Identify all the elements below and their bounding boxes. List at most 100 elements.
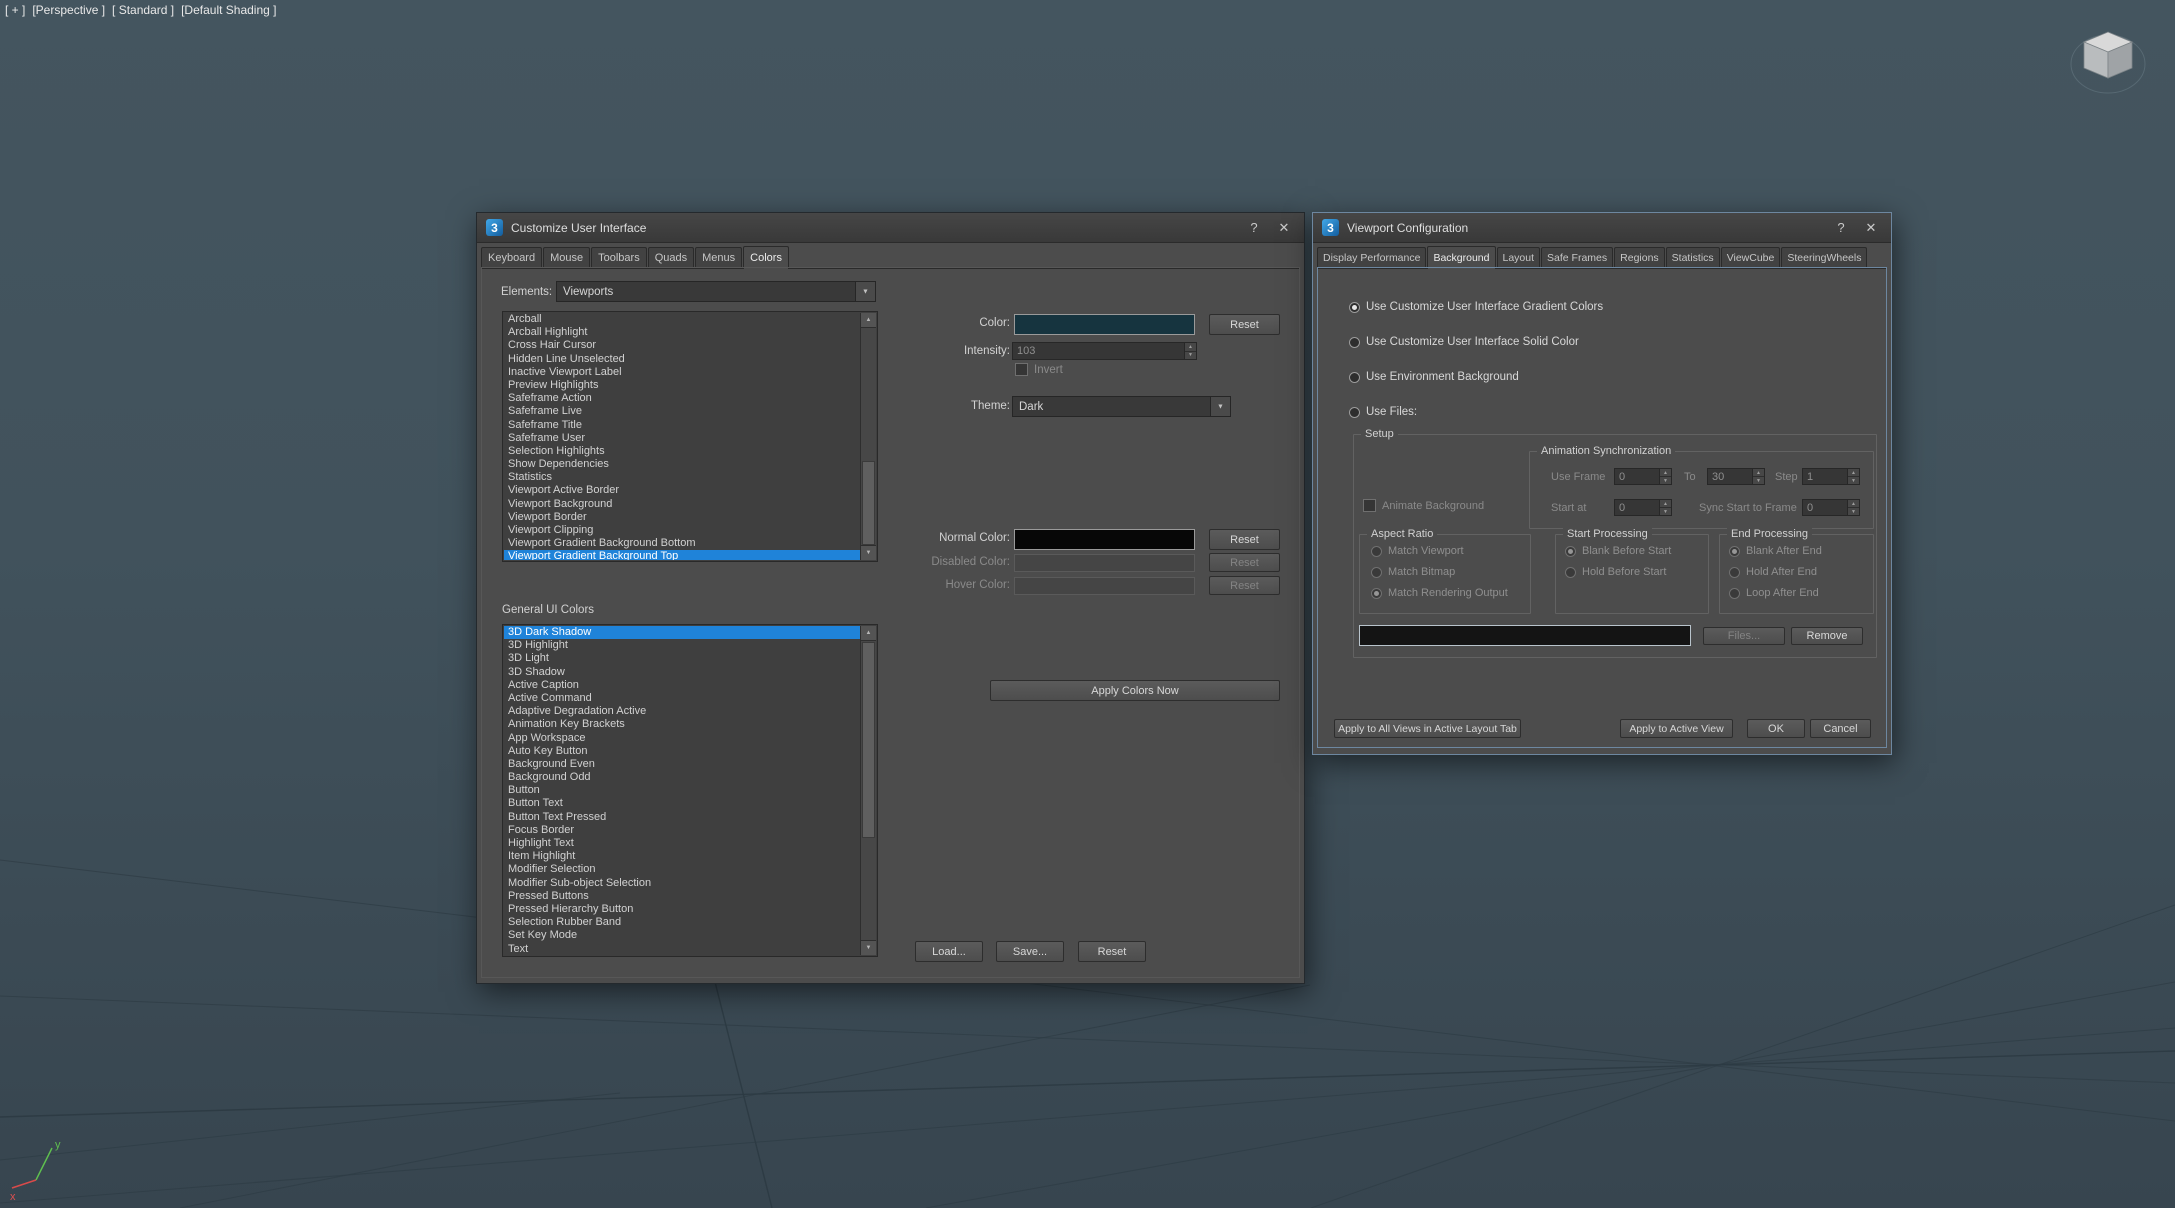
general-ui-color-item[interactable]: Focus Border (504, 824, 860, 837)
end-processing-radio[interactable]: Loop After End (1729, 586, 1822, 600)
general-ui-color-item[interactable]: Pressed Hierarchy Button (504, 903, 860, 916)
background-source-radio[interactable]: Use Customize User Interface Gradient Co… (1349, 300, 1603, 314)
scroll-up-icon[interactable] (861, 626, 876, 641)
scroll-down-icon[interactable] (861, 940, 876, 955)
viewport-menu-item[interactable]: [Default Shading ] (181, 3, 276, 17)
help-button[interactable]: ? (1830, 220, 1852, 235)
normal-color-swatch[interactable] (1014, 529, 1195, 550)
help-button[interactable]: ? (1243, 220, 1265, 235)
spinner-arrows[interactable] (1184, 343, 1196, 359)
3d-viewport[interactable]: [ + ][Perspective ][ Standard ][Default … (0, 0, 2175, 1208)
ok-button[interactable]: OK (1747, 719, 1805, 738)
apply-all-views-button[interactable]: Apply to All Views in Active Layout Tab (1334, 719, 1521, 738)
tab[interactable]: Layout (1497, 247, 1541, 268)
use-frame-spinner[interactable]: 0 (1614, 468, 1672, 485)
general-ui-color-item[interactable]: Item Highlight (504, 850, 860, 863)
spinner-arrows[interactable] (1659, 469, 1671, 484)
viewport-element-item[interactable]: Cross Hair Cursor (504, 339, 860, 352)
viewport-element-item[interactable]: Viewport Background (504, 498, 860, 511)
tab[interactable]: Background (1427, 246, 1495, 269)
elements-dropdown[interactable]: Viewports (556, 281, 876, 302)
general-ui-color-item[interactable]: 3D Dark Shadow (504, 626, 860, 639)
tab[interactable]: Menus (695, 247, 742, 268)
sync-start-spinner[interactable]: 0 (1802, 499, 1860, 516)
general-ui-color-item[interactable]: 3D Light (504, 652, 860, 665)
general-ui-color-item[interactable]: 3D Highlight (504, 639, 860, 652)
viewport-element-item[interactable]: Viewport Active Border (504, 484, 860, 497)
tab[interactable]: Quads (648, 247, 694, 268)
viewport-element-item[interactable]: Hidden Line Unselected (504, 353, 860, 366)
tab[interactable]: Display Performance (1317, 247, 1426, 268)
general-ui-color-item[interactable]: Auto Key Button (504, 745, 860, 758)
viewport-element-item[interactable]: Inactive Viewport Label (504, 366, 860, 379)
tab[interactable]: ViewCube (1721, 247, 1781, 268)
animate-background-checkbox-row[interactable]: Animate Background (1363, 499, 1484, 512)
spinner-up-icon[interactable] (1185, 343, 1196, 352)
spinner-arrows[interactable] (1847, 500, 1859, 515)
cui-titlebar[interactable]: 3 Customize User Interface ? ✕ (477, 213, 1304, 243)
general-ui-color-item[interactable]: Background Even (504, 758, 860, 771)
start-processing-radio[interactable]: Blank Before Start (1565, 544, 1671, 558)
save-button[interactable]: Save... (996, 941, 1064, 962)
general-ui-color-item[interactable]: Modifier Sub-object Selection (504, 877, 860, 890)
viewport-menu-item[interactable]: [Perspective ] (32, 3, 105, 17)
general-ui-color-item[interactable]: App Workspace (504, 732, 860, 745)
spinner-up-icon[interactable] (1848, 469, 1859, 477)
general-ui-color-item[interactable]: Text (504, 943, 860, 956)
theme-dropdown[interactable]: Dark (1012, 396, 1231, 417)
general-ui-color-item[interactable]: Set Key Mode (504, 929, 860, 942)
scrollbar[interactable] (860, 626, 876, 955)
end-processing-radio[interactable]: Hold After End (1729, 565, 1822, 579)
spinner-up-icon[interactable] (1848, 500, 1859, 508)
general-ui-color-item[interactable]: Animation Key Brackets (504, 718, 860, 731)
spinner-down-icon[interactable] (1848, 508, 1859, 515)
spinner-arrows[interactable] (1752, 469, 1764, 484)
tab[interactable]: SteeringWheels (1781, 247, 1867, 268)
close-button[interactable]: ✕ (1860, 220, 1882, 236)
load-button[interactable]: Load... (915, 941, 983, 962)
reset-color-button[interactable]: Reset (1209, 314, 1280, 335)
spinner-up-icon[interactable] (1660, 500, 1671, 508)
general-ui-color-item[interactable]: Adaptive Degradation Active (504, 705, 860, 718)
scrollbar[interactable] (860, 313, 876, 560)
general-ui-color-item[interactable]: Highlight Text (504, 837, 860, 850)
scroll-thumb[interactable] (862, 642, 875, 838)
viewport-element-item[interactable]: Arcball Highlight (504, 326, 860, 339)
animate-background-checkbox[interactable] (1363, 499, 1376, 512)
general-ui-color-item[interactable]: Selection Rubber Band (504, 916, 860, 929)
viewport-element-item[interactable]: Viewport Clipping (504, 524, 860, 537)
vc-titlebar[interactable]: 3 Viewport Configuration ? ✕ (1313, 213, 1891, 243)
general-ui-color-item[interactable]: Button Text Pressed (504, 811, 860, 824)
invert-checkbox-row[interactable]: Invert (1015, 363, 1063, 376)
tab[interactable]: Keyboard (481, 247, 542, 268)
reset-normal-color-button[interactable]: Reset (1209, 529, 1280, 550)
step-spinner[interactable]: 1 (1802, 468, 1860, 485)
apply-colors-now-button[interactable]: Apply Colors Now (990, 680, 1280, 701)
viewport-element-item[interactable]: Preview Highlights (504, 379, 860, 392)
viewcube[interactable] (2068, 18, 2148, 104)
scroll-up-icon[interactable] (861, 313, 876, 328)
tab[interactable]: Safe Frames (1541, 247, 1613, 268)
apply-active-view-button[interactable]: Apply to Active View (1620, 719, 1733, 738)
invert-checkbox[interactable] (1015, 363, 1028, 376)
general-ui-color-item[interactable]: Active Caption (504, 679, 860, 692)
end-processing-radio[interactable]: Blank After End (1729, 544, 1822, 558)
spinner-down-icon[interactable] (1660, 477, 1671, 484)
viewport-element-item[interactable]: Arcball (504, 313, 860, 326)
spinner-up-icon[interactable] (1660, 469, 1671, 477)
start-at-spinner[interactable]: 0 (1614, 499, 1672, 516)
viewport-element-item[interactable]: Safeframe Live (504, 405, 860, 418)
general-ui-color-item[interactable]: Active Command (504, 692, 860, 705)
tab[interactable]: Statistics (1666, 247, 1720, 268)
scroll-thumb[interactable] (862, 461, 875, 545)
viewport-element-item[interactable]: Statistics (504, 471, 860, 484)
general-ui-color-item[interactable]: Background Odd (504, 771, 860, 784)
viewport-element-item[interactable]: Safeframe User (504, 432, 860, 445)
spinner-down-icon[interactable] (1660, 508, 1671, 515)
reset-button[interactable]: Reset (1078, 941, 1146, 962)
viewport-element-item[interactable]: Safeframe Title (504, 419, 860, 432)
viewport-element-item[interactable]: Viewport Gradient Background Bottom (504, 537, 860, 550)
general-ui-color-item[interactable]: Modifier Selection (504, 863, 860, 876)
tab[interactable]: Toolbars (591, 247, 647, 268)
aspect-ratio-radio[interactable]: Match Viewport (1371, 544, 1508, 558)
